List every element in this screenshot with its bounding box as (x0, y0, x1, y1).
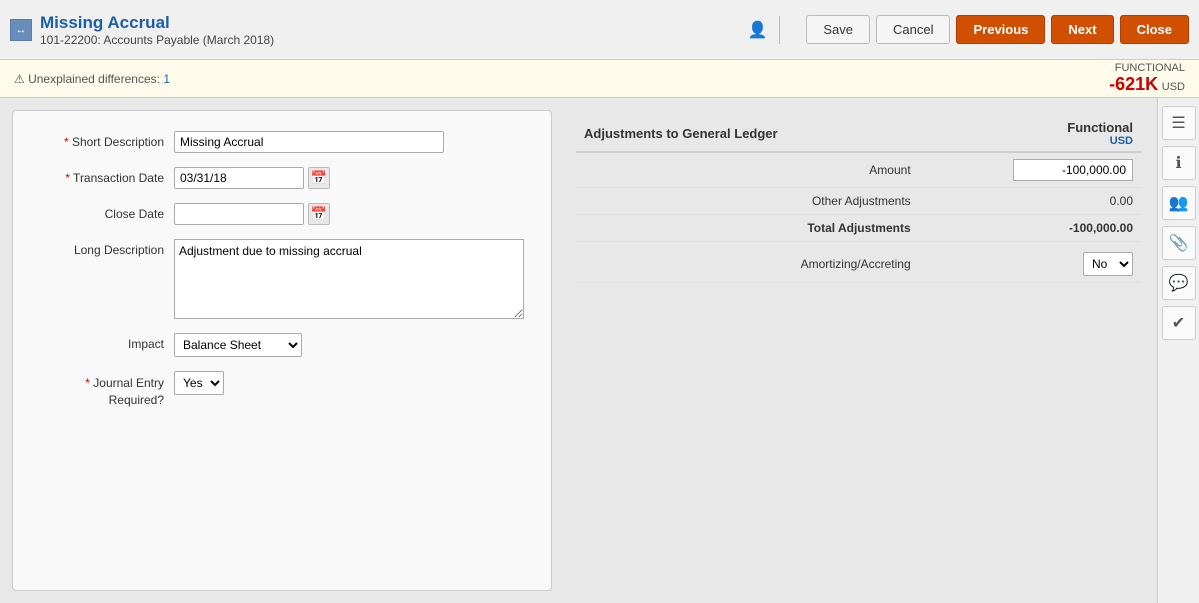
transaction-date-input[interactable] (174, 167, 304, 189)
users-header-icon[interactable]: 👤 (745, 18, 769, 42)
functional-currency: USD (1162, 81, 1185, 93)
cancel-button[interactable]: Cancel (876, 15, 950, 44)
other-adj-row: Other Adjustments 0.00 (576, 188, 1141, 215)
col-functional: Functional USD (919, 116, 1141, 152)
right-panel: Adjustments to General Ledger Functional… (560, 98, 1157, 603)
page-title: Missing Accrual (40, 13, 737, 33)
info-icon[interactable]: ℹ (1162, 146, 1196, 180)
impact-select[interactable]: Balance Sheet Income Statement None (174, 333, 302, 357)
next-button[interactable]: Next (1051, 15, 1113, 44)
functional-value: -621K (1109, 74, 1158, 94)
short-desc-row: * Short Description (29, 131, 535, 153)
main-content: * Short Description * Transaction Date 📅… (0, 98, 1199, 603)
functional-label: FUNCTIONAL (1109, 62, 1185, 74)
amount-row: Amount (576, 152, 1141, 188)
users-icon[interactable]: 👥 (1162, 186, 1196, 220)
close-date-row: Close Date 📅 (29, 203, 535, 225)
previous-button[interactable]: Previous (956, 15, 1045, 44)
impact-row: Impact Balance Sheet Income Statement No… (29, 333, 535, 357)
amort-cell: No Yes (919, 242, 1141, 283)
header: ↔ Missing Accrual 101-22200: Accounts Pa… (0, 0, 1199, 60)
total-adj-label: Total Adjustments (576, 215, 919, 242)
amount-input[interactable] (1013, 159, 1133, 181)
alert-bar: ⚠ Unexplained differences: 1 FUNCTIONAL … (0, 60, 1199, 98)
journal-entry-label: * Journal EntryRequired? (29, 371, 174, 409)
title-group: Missing Accrual 101-22200: Accounts Paya… (40, 13, 737, 47)
amort-row: Amortizing/Accreting No Yes (576, 242, 1141, 283)
adjustments-table: Adjustments to General Ledger Functional… (576, 116, 1141, 283)
amort-label: Amortizing/Accreting (576, 242, 919, 283)
close-date-input[interactable] (174, 203, 304, 225)
list-icon[interactable]: ☰ (1162, 106, 1196, 140)
short-desc-label: * Short Description (29, 131, 174, 149)
close-button[interactable]: Close (1120, 15, 1189, 44)
transaction-date-calendar-icon[interactable]: 📅 (308, 167, 330, 189)
alert-count-link[interactable]: 1 (163, 72, 170, 86)
total-adj-value: -100,000.00 (919, 215, 1141, 242)
close-date-wrapper: 📅 (174, 203, 330, 225)
save-button[interactable]: Save (806, 15, 870, 44)
total-adj-row: Total Adjustments -100,000.00 (576, 215, 1141, 242)
other-adj-label: Other Adjustments (576, 188, 919, 215)
transaction-date-label: * Transaction Date (29, 167, 174, 185)
col-description: Adjustments to General Ledger (576, 116, 919, 152)
close-date-calendar-icon[interactable]: 📅 (308, 203, 330, 225)
amount-cell (919, 152, 1141, 188)
other-adj-value: 0.00 (919, 188, 1141, 215)
page-subtitle: 101-22200: Accounts Payable (March 2018) (40, 33, 737, 47)
long-desc-label: Long Description (29, 239, 174, 257)
transaction-date-row: * Transaction Date 📅 (29, 167, 535, 189)
amount-label: Amount (576, 152, 919, 188)
close-date-label: Close Date (29, 203, 174, 221)
checklist-icon[interactable]: ✔ (1162, 306, 1196, 340)
attachment-icon[interactable]: 📎 (1162, 226, 1196, 260)
journal-entry-row: * Journal EntryRequired? Yes No (29, 371, 535, 409)
comment-icon[interactable]: 💬 (1162, 266, 1196, 300)
journal-entry-select[interactable]: Yes No (174, 371, 224, 395)
impact-label: Impact (29, 333, 174, 351)
form-panel: * Short Description * Transaction Date 📅… (12, 110, 552, 591)
long-desc-row: Long Description Adjustment due to missi… (29, 239, 535, 319)
header-actions: 👤 Save Cancel Previous Next Close (745, 15, 1189, 44)
short-desc-input[interactable] (174, 131, 444, 153)
collapse-icon[interactable]: ↔ (10, 19, 32, 41)
alert-text: ⚠ Unexplained differences: 1 (14, 72, 170, 86)
transaction-date-wrapper: 📅 (174, 167, 330, 189)
amort-select[interactable]: No Yes (1083, 252, 1133, 276)
long-desc-textarea[interactable]: Adjustment due to missing accrual (174, 239, 524, 319)
functional-block: FUNCTIONAL -621K USD (1109, 62, 1185, 95)
divider (779, 16, 780, 44)
sidebar: ☰ ℹ 👥 📎 💬 ✔ (1157, 98, 1199, 603)
